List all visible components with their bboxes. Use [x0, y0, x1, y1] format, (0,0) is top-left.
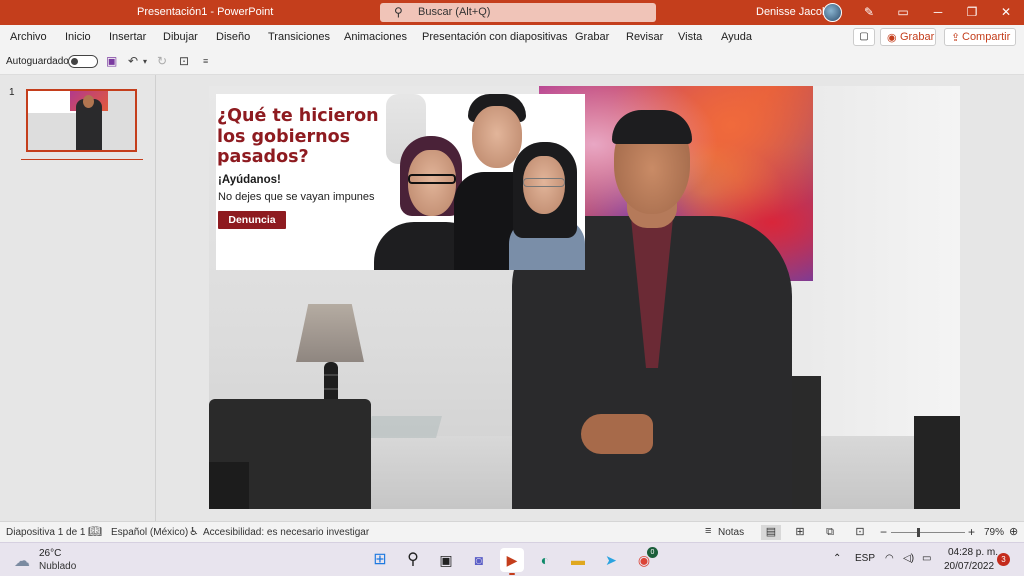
accessibility-icon[interactable]: ♿︎ [189, 525, 199, 538]
clock-date[interactable]: 20/07/2022 [944, 561, 994, 572]
banner-help-text: ¡Ayúdanos! [218, 174, 281, 186]
zoom-slider-thumb[interactable] [917, 528, 920, 537]
restore-button[interactable]: ❐ [960, 3, 984, 22]
weather-condition[interactable]: Nublado [39, 561, 76, 572]
undo-icon[interactable]: ↶ [128, 54, 138, 68]
tab-insertar[interactable]: Insertar [109, 31, 146, 43]
comment-icon: ▢ [859, 31, 869, 42]
avatar[interactable] [823, 3, 842, 22]
person-girl-right [509, 142, 585, 270]
window-title: Presentación1 - PowerPoint [137, 6, 274, 18]
windows-taskbar: ☁ 26°C Nublado ⊞ ⚲ ▣ ◙ ▶ ◐ ▬ ➤ ◉ 0 ⌃ ESP… [0, 542, 1024, 576]
tab-ayuda[interactable]: Ayuda [721, 31, 752, 43]
tray-expand-icon[interactable]: ⌃ [833, 553, 841, 564]
undo-dropdown-icon[interactable]: ▾ [143, 57, 147, 66]
tab-vista[interactable]: Vista [678, 31, 702, 43]
accessibility-status[interactable]: Accesibilidad: es necesario investigar [203, 527, 369, 538]
tab-inicio[interactable]: Inicio [65, 31, 91, 43]
spellcheck-icon[interactable]: 📖︎ [88, 525, 102, 538]
ribbon-display-icon[interactable]: ▭ [891, 3, 915, 22]
edge-icon[interactable]: ◐ [533, 548, 557, 572]
zoom-slider[interactable] [891, 532, 965, 533]
tab-transiciones[interactable]: Transiciones [268, 31, 330, 43]
autosave-toggle[interactable] [68, 55, 98, 68]
glass-table [366, 416, 442, 438]
close-button[interactable]: ✕ [994, 3, 1018, 22]
denuncia-button[interactable]: Denuncia [218, 211, 286, 229]
teams-chat-icon[interactable]: ◙ [467, 548, 491, 572]
search-taskbar-icon[interactable]: ⚲ [401, 548, 425, 572]
banner-subtext: No dejes que se vayan impunes [218, 191, 375, 203]
save-icon[interactable]: ▣ [106, 54, 117, 68]
slide-thumbnail[interactable] [26, 89, 137, 152]
record-button[interactable]: ◉ Grabar [880, 28, 936, 46]
autosave-label: Autoguardado [6, 56, 69, 67]
active-indicator [509, 573, 515, 575]
armchair-left-arm [209, 462, 249, 509]
campaign-banner[interactable]: ¿Qué te hicieron los gobiernos pasados? … [216, 94, 585, 270]
powerpoint-taskbar-icon[interactable]: ▶ [500, 548, 524, 575]
man-hair [612, 110, 692, 144]
slide-sorter-icon[interactable]: ⊞ [790, 525, 810, 540]
banner-headline: ¿Qué te hicieron los gobiernos pasados? [217, 106, 379, 167]
chrome-badge: 0 [647, 547, 658, 558]
share-label: Compartir [962, 31, 1011, 43]
wifi-icon[interactable]: ◠ [885, 553, 894, 564]
cloud-icon[interactable]: ☁ [14, 551, 30, 571]
task-view-icon[interactable]: ▣ [434, 548, 458, 572]
ribbon-tabs: Archivo Inicio Insertar Dibujar Diseño T… [0, 25, 1024, 49]
file-explorer-icon[interactable]: ▬ [566, 548, 590, 572]
slide-number: 1 [9, 87, 15, 98]
tab-archivo[interactable]: Archivo [10, 31, 47, 43]
zoom-in-button[interactable]: + [968, 525, 975, 539]
reading-view-icon[interactable]: ⧉ [820, 525, 840, 540]
quick-access-toolbar: Autoguardado ▣ ↶ ▾ ↻ ⊡ ≡ [0, 49, 1024, 75]
powerpoint-icon: ▶ [506, 552, 518, 568]
language-status[interactable]: Español (México) [111, 527, 188, 538]
start-button[interactable]: ⊞ [368, 548, 392, 572]
notes-icon[interactable]: ≡ [705, 525, 711, 537]
tab-diseno[interactable]: Diseño [216, 31, 250, 43]
record-icon: ◉ [887, 32, 897, 44]
clock-time[interactable]: 04:28 p. m. [948, 547, 998, 558]
status-bar: Diapositiva 1 de 1 📖︎ Español (México) ♿… [0, 521, 1024, 542]
search-placeholder: Buscar (Alt+Q) [418, 6, 491, 18]
search-box[interactable]: ⚲ Buscar (Alt+Q) [380, 3, 656, 22]
man-hand [581, 414, 653, 454]
share-icon: ⇪ [951, 32, 961, 44]
share-button[interactable]: ⇪ Compartir [944, 28, 1016, 46]
search-icon: ⚲ [394, 5, 403, 19]
battery-icon[interactable]: ▭ [922, 553, 931, 564]
tab-animaciones[interactable]: Animaciones [344, 31, 407, 43]
input-language[interactable]: ESP [855, 553, 875, 564]
customize-qat-icon[interactable]: ≡ [203, 56, 208, 66]
slide-count: Diapositiva 1 de 1 [6, 527, 86, 538]
pen-icon[interactable]: ✎ [857, 3, 881, 22]
tab-dibujar[interactable]: Dibujar [163, 31, 198, 43]
notification-badge[interactable]: 3 [997, 553, 1010, 566]
toggle-knob [71, 58, 78, 65]
redo-icon[interactable]: ↻ [157, 54, 167, 68]
tab-grabar[interactable]: Grabar [575, 31, 609, 43]
thumbnail-separator [21, 159, 143, 160]
weather-temperature[interactable]: 26°C [39, 548, 61, 559]
slideshow-icon[interactable]: ⊡ [850, 525, 870, 540]
present-icon[interactable]: ⊡ [179, 54, 189, 68]
notes-button[interactable]: Notas [718, 527, 744, 538]
normal-view-icon[interactable]: ▤ [761, 525, 781, 540]
record-label: Grabar [900, 31, 935, 43]
volume-icon[interactable]: ◁) [903, 553, 914, 564]
comments-button[interactable]: ▢ [853, 28, 875, 46]
slide-thumbnail-pane: 1 [0, 75, 156, 521]
zoom-out-button[interactable]: − [880, 525, 887, 539]
zoom-level[interactable]: 79% [984, 527, 1004, 538]
fit-to-window-icon[interactable]: ⊕ [1009, 525, 1018, 538]
telegram-icon[interactable]: ➤ [599, 548, 623, 572]
tab-revisar[interactable]: Revisar [626, 31, 663, 43]
tab-presentacion[interactable]: Presentación con diapositivas [422, 31, 568, 43]
minimize-button[interactable]: ─ [926, 3, 950, 22]
title-bar: Presentación1 - PowerPoint ⚲ Buscar (Alt… [0, 0, 1024, 25]
armchair-far-right [914, 416, 960, 509]
